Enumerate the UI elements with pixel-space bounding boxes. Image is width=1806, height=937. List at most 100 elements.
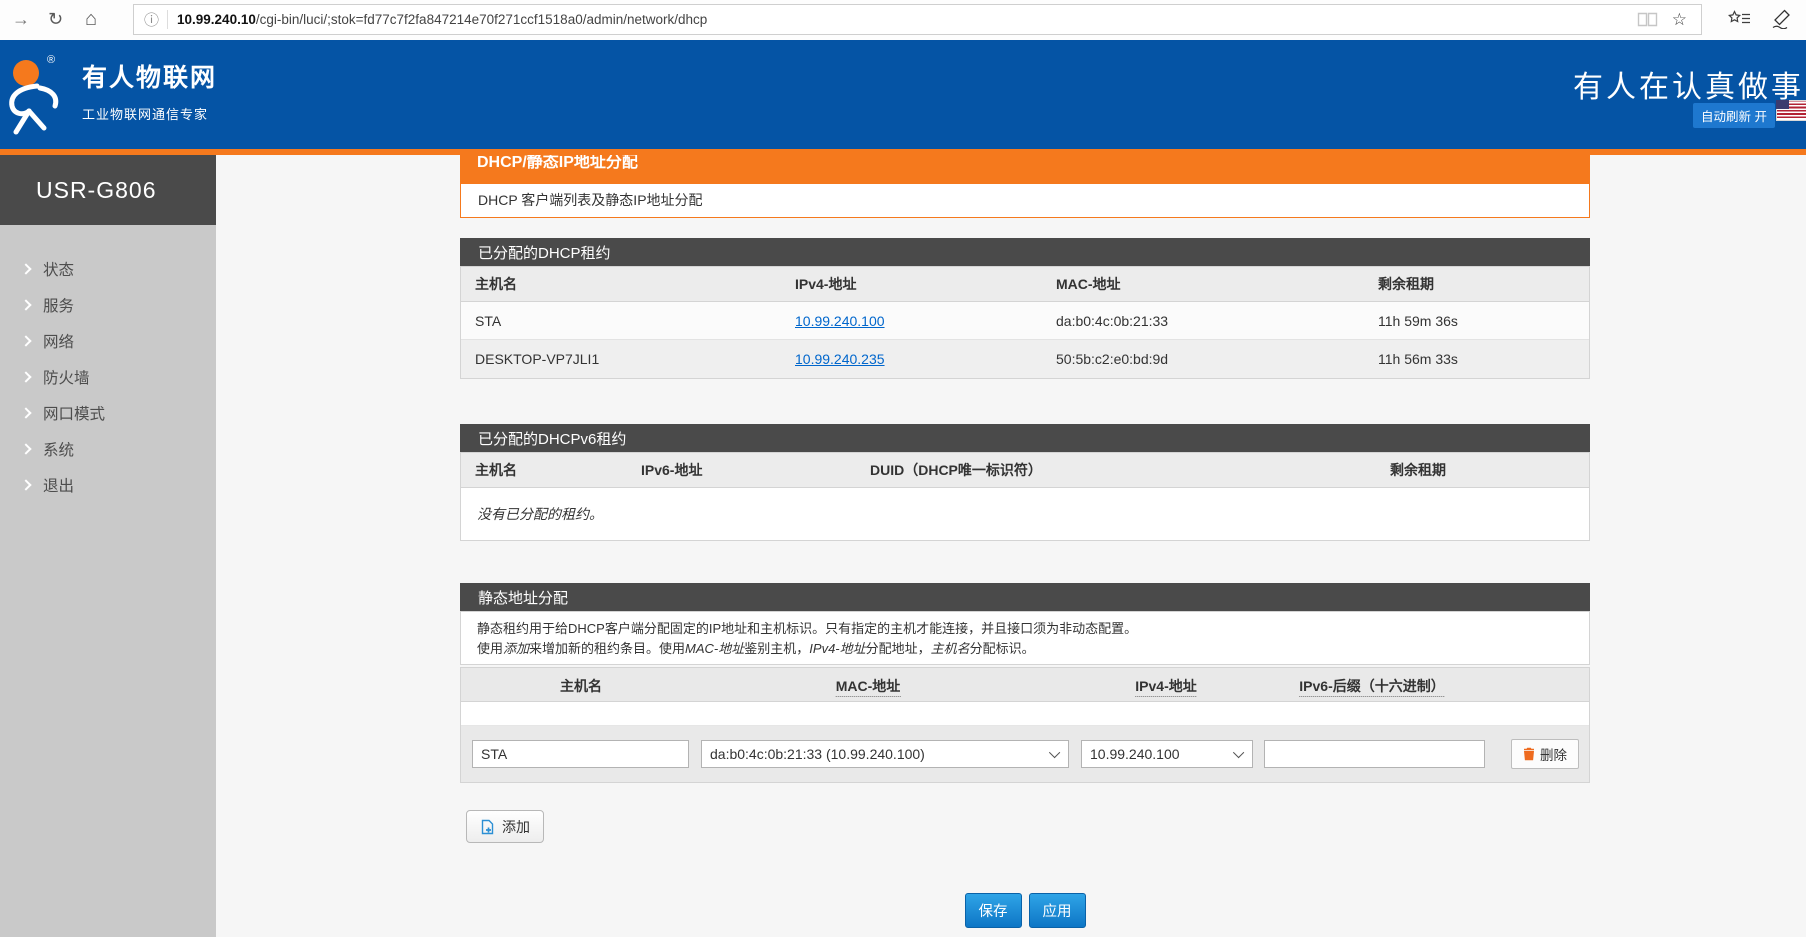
svg-text:®: ® <box>47 54 55 66</box>
divider <box>167 10 168 29</box>
empty-leases-message: 没有已分配的租约。 <box>461 488 1589 540</box>
col-mac: MAC-地址 <box>1042 274 1364 294</box>
dhcp-leases-table: 主机名 IPv4-地址 MAC-地址 剩余租期 STA 10.99.240.10… <box>460 266 1590 379</box>
sidebar-item-services[interactable]: 服务 <box>0 287 216 323</box>
col-lease-remaining: 剩余租期 <box>1376 460 1589 480</box>
table-header-row: 主机名 MAC-地址 IPv4-地址 IPv6-后缀（十六进制） <box>461 668 1589 702</box>
section-title-dhcpv6-leases: 已分配的DHCPv6租约 <box>460 424 1590 452</box>
sidebar-nav: 状态 服务 网络 防火墙 网口模式 系统 退出 <box>0 225 216 503</box>
chevron-right-icon <box>20 299 31 310</box>
ipv6-suffix-input[interactable] <box>1264 740 1485 768</box>
url-domain: 10.99.240.10 <box>177 12 256 27</box>
hub-favorites-icon[interactable] <box>1728 10 1752 32</box>
sidebar-item-status[interactable]: 状态 <box>0 251 216 287</box>
lease-ipv4-link[interactable]: 10.99.240.235 <box>795 351 885 367</box>
chevron-down-icon <box>1233 747 1244 758</box>
lease-hostname: DESKTOP-VP7JLI1 <box>461 351 781 367</box>
language-flag-icon[interactable] <box>1776 100 1806 121</box>
reading-view-icon[interactable] <box>1637 12 1658 27</box>
static-leases-table: 主机名 MAC-地址 IPv4-地址 IPv6-后缀（十六进制） da:b0:4… <box>460 667 1590 783</box>
lease-mac: da:b0:4c:0b:21:33 <box>1042 313 1364 329</box>
app-header: ® 有人物联网 工业物联网通信专家 有人在认真做事 自动刷新 开 <box>0 40 1806 149</box>
chevron-right-icon <box>20 443 31 454</box>
add-button-label: 添加 <box>502 817 530 837</box>
sidebar: USR-G806 状态 服务 网络 防火墙 网口模式 系统 退出 <box>0 155 216 937</box>
dhcpv6-leases-table: 主机名 IPv6-地址 DUID（DHCP唯一标识符） 剩余租期 没有已分配的租… <box>460 452 1590 541</box>
col-hostname: 主机名 <box>560 676 602 696</box>
form-actions: 保存 应用 <box>460 893 1590 928</box>
col-hostname: 主机名 <box>461 460 627 480</box>
main-content: DHCP/静态IP地址分配 DHCP 客户端列表及静态IP地址分配 已分配的DH… <box>216 155 1806 937</box>
favorite-star-icon[interactable]: ☆ <box>1672 10 1687 30</box>
table-header-row: 主机名 IPv6-地址 DUID（DHCP唯一标识符） 剩余租期 <box>461 453 1589 488</box>
add-document-icon <box>480 819 495 835</box>
add-button[interactable]: 添加 <box>466 810 544 843</box>
auto-refresh-toggle[interactable]: 自动刷新 开 <box>1693 103 1775 128</box>
mac-select-value: da:b0:4c:0b:21:33 (10.99.240.100) <box>710 746 1046 762</box>
section-title-static-leases: 静态地址分配 <box>460 583 1590 611</box>
chevron-right-icon <box>20 335 31 346</box>
mac-address-select[interactable]: da:b0:4c:0b:21:33 (10.99.240.100) <box>701 740 1069 768</box>
sidebar-item-port-mode[interactable]: 网口模式 <box>0 395 216 431</box>
col-ipv6: IPv6-地址 <box>627 460 856 480</box>
sidebar-item-label: 服务 <box>43 294 74 316</box>
col-mac: MAC-地址 <box>836 676 901 697</box>
header-slogan: 有人在认真做事 <box>1573 62 1804 106</box>
sidebar-item-label: 系统 <box>43 438 74 460</box>
home-icon[interactable]: ⌂ <box>85 7 97 31</box>
hostname-input[interactable] <box>472 740 689 768</box>
refresh-icon[interactable]: ↻ <box>48 7 63 31</box>
sidebar-item-label: 防火墙 <box>43 366 90 388</box>
site-info-icon[interactable]: ⓘ <box>144 9 159 30</box>
sidebar-item-label: 退出 <box>43 474 74 496</box>
chevron-right-icon <box>20 371 31 382</box>
col-ipv4: IPv4-地址 <box>781 274 1042 294</box>
description-line1: 静态租约用于给DHCP客户端分配固定的IP地址和主机标识。只有指定的主机才能连接… <box>477 619 1573 639</box>
chevron-down-icon <box>1049 747 1060 758</box>
ipv4-address-select[interactable]: 10.99.240.100 <box>1081 740 1253 768</box>
sidebar-item-label: 状态 <box>43 258 74 280</box>
lease-ipv4-link[interactable]: 10.99.240.100 <box>795 313 885 329</box>
lease-remaining: 11h 56m 33s <box>1364 351 1589 367</box>
col-ipv6-suffix: IPv6-后缀（十六进制） <box>1299 676 1444 697</box>
apply-button[interactable]: 应用 <box>1029 893 1086 928</box>
trash-icon <box>1523 747 1535 761</box>
page-subtitle: DHCP 客户端列表及静态IP地址分配 <box>460 184 1590 218</box>
table-spacer-row <box>461 702 1589 726</box>
table-row: STA 10.99.240.100 da:b0:4c:0b:21:33 11h … <box>461 302 1589 340</box>
lease-mac: 50:5b:c2:e0:bd:9d <box>1042 351 1364 367</box>
sidebar-item-logout[interactable]: 退出 <box>0 467 216 503</box>
chevron-right-icon <box>20 407 31 418</box>
static-leases-description: 静态租约用于给DHCP客户端分配固定的IP地址和主机标识。只有指定的主机才能连接… <box>460 611 1590 665</box>
brand-block: 有人物联网 工业物联网通信专家 <box>82 58 217 123</box>
chevron-right-icon <box>20 263 31 274</box>
address-bar[interactable]: ⓘ 10.99.240.10/cgi-bin/luci/;stok=fd77c7… <box>133 4 1702 35</box>
sidebar-item-network[interactable]: 网络 <box>0 323 216 359</box>
forward-icon[interactable]: → <box>12 7 30 31</box>
screen: → ↻ ⌂ ⓘ 10.99.240.10/cgi-bin/luci/;stok=… <box>0 0 1806 937</box>
brand-subtitle: 工业物联网通信专家 <box>82 104 217 123</box>
sidebar-item-label: 网口模式 <box>43 402 105 424</box>
lease-remaining: 11h 59m 36s <box>1364 313 1589 329</box>
save-button[interactable]: 保存 <box>965 893 1022 928</box>
web-note-pen-icon[interactable] <box>1770 9 1792 34</box>
url-text[interactable]: 10.99.240.10/cgi-bin/luci/;stok=fd77c7f2… <box>177 12 1637 27</box>
lease-hostname: STA <box>461 313 781 329</box>
url-path: /cgi-bin/luci/;stok=fd77c7f2fa847214e70f… <box>256 12 707 27</box>
brand-title: 有人物联网 <box>82 58 217 94</box>
col-lease-remaining: 剩余租期 <box>1364 274 1589 294</box>
delete-button[interactable]: 删除 <box>1511 739 1579 769</box>
col-ipv4: IPv4-地址 <box>1135 676 1196 697</box>
browser-toolbar: → ↻ ⌂ ⓘ 10.99.240.10/cgi-bin/luci/;stok=… <box>0 0 1806 40</box>
sidebar-item-firewall[interactable]: 防火墙 <box>0 359 216 395</box>
usr-logo: ® <box>0 50 68 145</box>
sidebar-item-label: 网络 <box>43 330 74 352</box>
section-title-dhcp-leases: 已分配的DHCP租约 <box>460 238 1590 266</box>
table-header-row: 主机名 IPv4-地址 MAC-地址 剩余租期 <box>461 267 1589 302</box>
delete-button-label: 删除 <box>1540 744 1567 764</box>
device-name: USR-G806 <box>0 155 216 225</box>
sidebar-item-system[interactable]: 系统 <box>0 431 216 467</box>
ipv4-select-value: 10.99.240.100 <box>1090 746 1230 762</box>
static-lease-entry-row: da:b0:4c:0b:21:33 (10.99.240.100) 10.99.… <box>461 726 1589 782</box>
description-line2: 使用添加来增加新的租约条目。使用MAC-地址鉴别主机，IPv4-地址分配地址，主… <box>477 639 1573 659</box>
